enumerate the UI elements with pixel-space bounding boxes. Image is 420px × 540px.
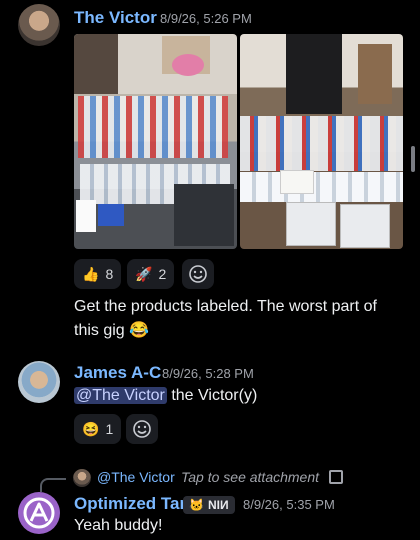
message-text-body: the Victor(y) <box>166 387 258 404</box>
reply-author[interactable]: @The Victor <box>97 469 175 485</box>
author-name[interactable]: Optimized Tank <box>74 494 199 514</box>
reaction-thumbs-up[interactable]: 👍 8 <box>74 259 122 289</box>
reaction-count: 8 <box>105 266 114 282</box>
logo-a-icon <box>23 497 55 529</box>
smile-plus-icon <box>133 420 151 438</box>
cat-icon: 🐱 <box>189 498 204 512</box>
message-timestamp: 8/9/26, 5:26 PM <box>160 11 252 26</box>
laughing-face-icon: 😆 <box>82 420 100 437</box>
avatar-optimized-tank[interactable] <box>18 492 60 534</box>
author-name[interactable]: The Victor <box>74 8 157 28</box>
reply-preview-text[interactable]: Tap to see attachment <box>181 469 319 485</box>
author-name[interactable]: James A-C <box>74 363 161 383</box>
avatar-james-a-c[interactable] <box>18 361 60 403</box>
reaction-count: 1 <box>105 421 114 437</box>
message-text: Yeah buddy! <box>74 517 163 534</box>
smile-plus-icon <box>189 265 207 283</box>
reaction-rocket[interactable]: 🚀 2 <box>127 259 175 289</box>
image-icon <box>329 470 343 484</box>
reaction-laughing[interactable]: 😆 1 <box>74 414 122 444</box>
avatar-the-victor[interactable] <box>18 4 60 46</box>
server-tag-text: NIИ <box>207 498 229 512</box>
scrollbar-thumb[interactable] <box>411 146 415 172</box>
rocket-icon: 🚀 <box>135 265 153 282</box>
add-reaction-button[interactable] <box>126 414 158 444</box>
add-reaction-button[interactable] <box>182 259 214 289</box>
message-text: @The Victor the Victor(y) <box>74 384 257 408</box>
reply-connector <box>40 478 66 492</box>
user-mention[interactable]: @The Victor <box>74 387 167 404</box>
attachment-image-2[interactable] <box>240 34 403 249</box>
attachment-image-1[interactable] <box>74 34 237 249</box>
message-timestamp: 8/9/26, 5:28 PM <box>162 366 254 381</box>
thumbs-up-icon: 👍 <box>82 265 100 282</box>
reaction-count: 2 <box>158 266 167 282</box>
reply-avatar <box>73 469 91 487</box>
server-tag-badge[interactable]: 🐱 NIИ <box>183 496 235 514</box>
message-text: Get the products labeled. The worst part… <box>74 298 377 339</box>
message-timestamp: 8/9/26, 5:35 PM <box>243 497 335 512</box>
